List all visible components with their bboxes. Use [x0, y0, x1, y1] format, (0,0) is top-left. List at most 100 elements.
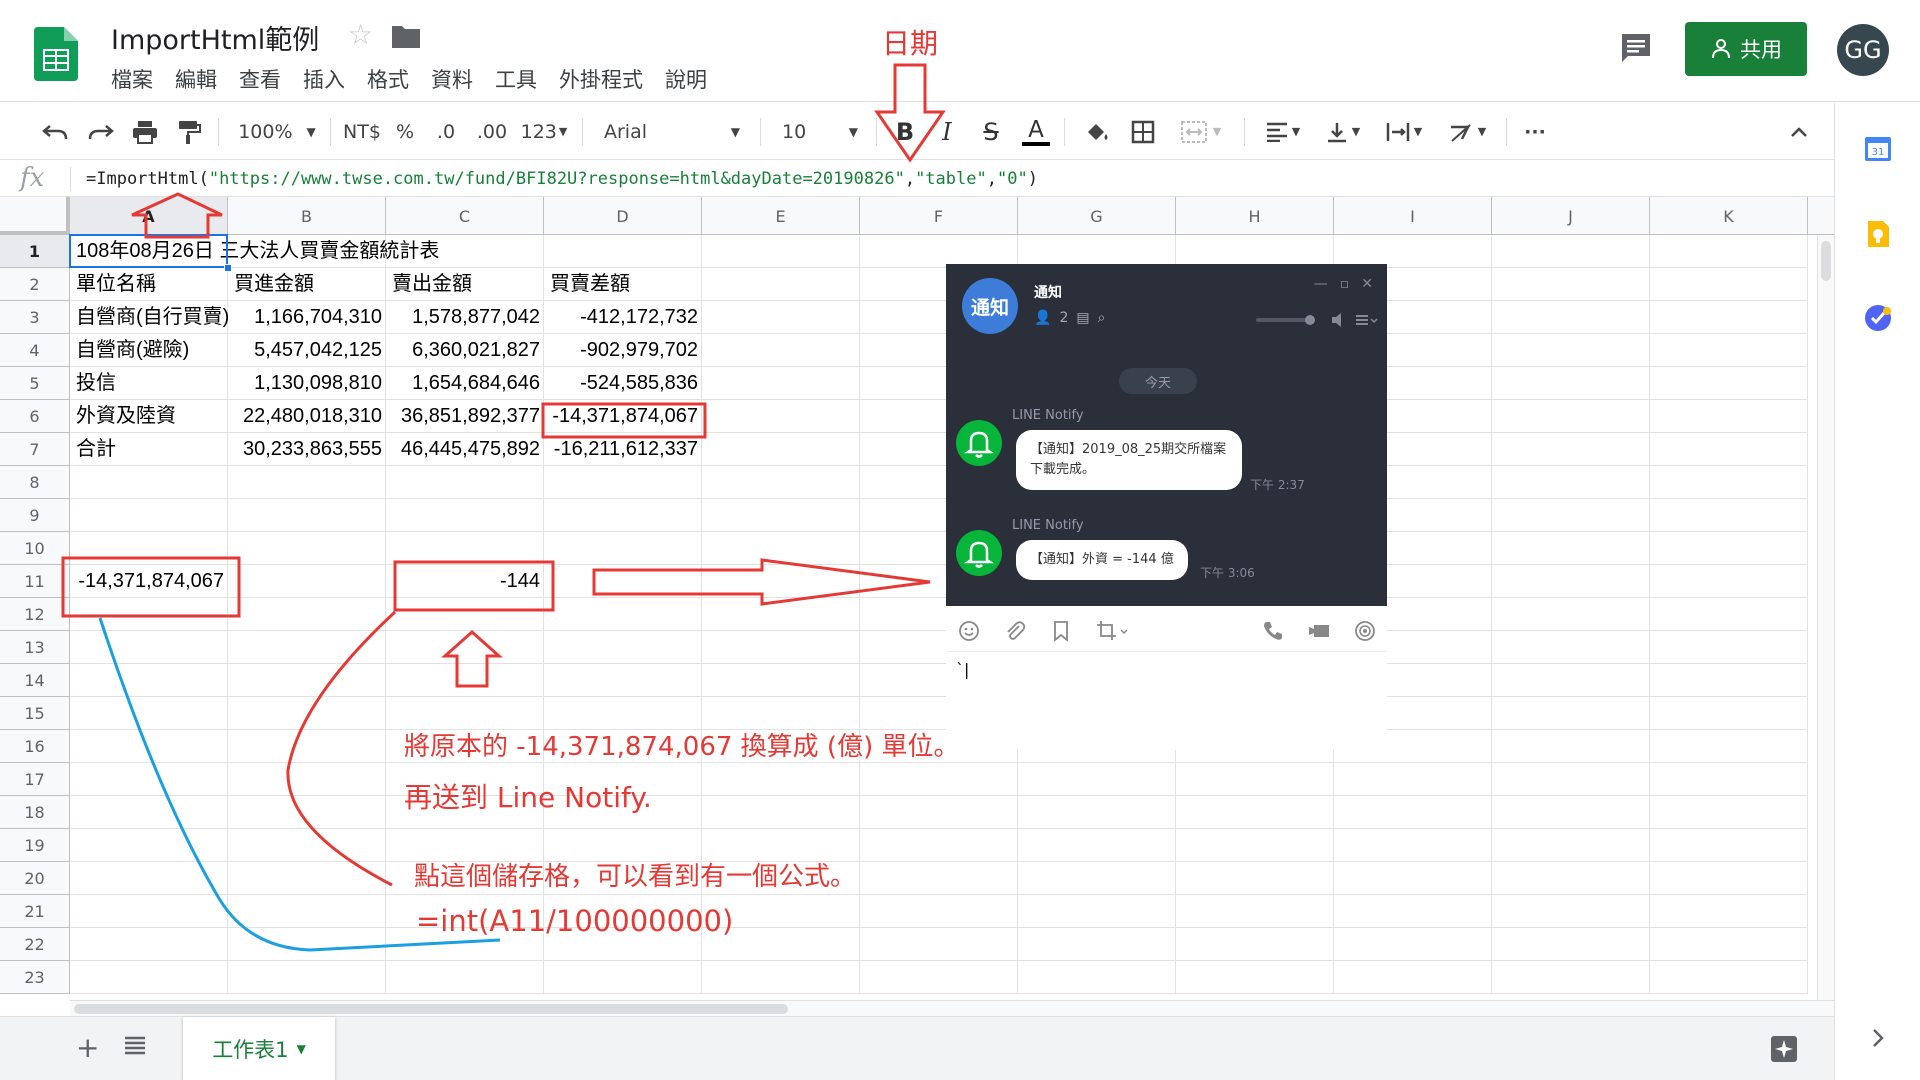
- menu-tools[interactable]: 工具: [495, 64, 537, 94]
- maximize-icon[interactable]: ▫: [1340, 276, 1350, 292]
- print-icon[interactable]: [128, 103, 162, 160]
- menu-addons[interactable]: 外掛程式: [559, 64, 643, 94]
- currency-format-button[interactable]: NT$: [340, 103, 384, 160]
- menu-insert[interactable]: 插入: [303, 64, 345, 94]
- cell-b4[interactable]: 5,457,042,125: [230, 334, 382, 367]
- menu-data[interactable]: 資料: [431, 64, 473, 94]
- cell-c4[interactable]: 6,360,021,827: [388, 334, 540, 367]
- column-header[interactable]: F: [860, 197, 1018, 235]
- row-header[interactable]: 7: [0, 433, 70, 466]
- cell-c3[interactable]: 1,578,877,042: [388, 301, 540, 334]
- message-bubble[interactable]: 【通知】外資 = -144 億: [1016, 540, 1188, 580]
- column-header[interactable]: K: [1650, 197, 1808, 235]
- folder-icon[interactable]: [392, 24, 420, 48]
- bookmark-icon[interactable]: [1050, 620, 1072, 642]
- text-wrap-icon[interactable]: ▼: [1378, 103, 1430, 160]
- column-header[interactable]: G: [1018, 197, 1176, 235]
- comment-icon[interactable]: [1619, 32, 1653, 64]
- redo-icon[interactable]: [84, 103, 118, 160]
- cell-c7[interactable]: 46,445,475,892: [388, 433, 540, 466]
- column-header[interactable]: C: [386, 197, 544, 235]
- cell-c11[interactable]: -144: [388, 565, 540, 598]
- cell-a11[interactable]: -14,371,874,067: [72, 565, 224, 598]
- minimize-icon[interactable]: —: [1314, 276, 1328, 292]
- cell-d4[interactable]: -902,979,702: [546, 334, 698, 367]
- row-header[interactable]: 15: [0, 697, 70, 730]
- share-button[interactable]: 共用: [1685, 22, 1807, 76]
- cell-b7[interactable]: 30,233,863,555: [230, 433, 382, 466]
- calendar-icon[interactable]: 31: [1863, 133, 1893, 163]
- cell-a5[interactable]: 投信: [76, 367, 116, 400]
- vertical-scrollbar[interactable]: [1817, 235, 1834, 1000]
- font-select[interactable]: Arial ▼: [596, 103, 748, 160]
- row-header[interactable]: 2: [0, 268, 70, 301]
- bold-button[interactable]: B: [888, 103, 922, 160]
- column-header[interactable]: J: [1492, 197, 1650, 235]
- decrease-decimal-button[interactable]: .0: [428, 103, 464, 160]
- text-color-button[interactable]: A: [1018, 103, 1054, 160]
- fill-color-icon[interactable]: [1080, 103, 1114, 160]
- cell-b5[interactable]: 1,130,098,810: [230, 367, 382, 400]
- row-header[interactable]: 22: [0, 928, 70, 961]
- row-header[interactable]: 23: [0, 961, 70, 994]
- row-header[interactable]: 6: [0, 400, 70, 433]
- tasks-icon[interactable]: [1863, 303, 1893, 333]
- zoom-select[interactable]: 100% ▼: [232, 103, 322, 160]
- vertical-scroll-thumb[interactable]: [1821, 241, 1831, 281]
- chevron-right-icon[interactable]: [1863, 1023, 1893, 1053]
- sheets-logo-icon[interactable]: [34, 27, 78, 81]
- increase-decimal-button[interactable]: .00: [472, 103, 512, 160]
- select-all-corner[interactable]: [0, 197, 70, 235]
- sheet-tab[interactable]: 工作表1 ▼: [183, 1017, 335, 1080]
- cell-d2[interactable]: 買賣差額: [550, 268, 630, 301]
- column-header[interactable]: D: [544, 197, 702, 235]
- emoji-icon[interactable]: [958, 620, 980, 642]
- column-header[interactable]: A: [70, 197, 228, 235]
- paint-format-icon[interactable]: [172, 103, 206, 160]
- message-bubble[interactable]: 【通知】2019_08_25期交所檔案下載完成。: [1016, 430, 1242, 490]
- active-cell-outline[interactable]: [69, 234, 228, 268]
- row-header[interactable]: 17: [0, 763, 70, 796]
- cell-c6[interactable]: 36,851,892,377: [388, 400, 540, 433]
- menu-view[interactable]: 查看: [239, 64, 281, 94]
- search-icon[interactable]: ⌕: [1098, 310, 1106, 326]
- merge-cells-icon[interactable]: ▼: [1172, 103, 1230, 160]
- menu-help[interactable]: 說明: [665, 64, 707, 94]
- chevron-down-icon[interactable]: ▼: [297, 1042, 306, 1056]
- cell-c5[interactable]: 1,654,684,646: [388, 367, 540, 400]
- cell-a2[interactable]: 單位名稱: [76, 268, 156, 301]
- row-header[interactable]: 9: [0, 499, 70, 532]
- undo-icon[interactable]: [38, 103, 72, 160]
- cell-b2[interactable]: 買進金額: [234, 268, 314, 301]
- formula-bar[interactable]: fx =ImportHtml("https://www.twse.com.tw/…: [0, 161, 1834, 197]
- row-header[interactable]: 19: [0, 829, 70, 862]
- add-sheet-icon[interactable]: +: [76, 1031, 99, 1064]
- row-header[interactable]: 18: [0, 796, 70, 829]
- row-header[interactable]: 4: [0, 334, 70, 367]
- cell-d6[interactable]: -14,371,874,067: [546, 400, 698, 433]
- document-title[interactable]: ImportHtml範例: [111, 18, 319, 57]
- row-header[interactable]: 14: [0, 664, 70, 697]
- formula-input[interactable]: =ImportHtml("https://www.twse.com.tw/fun…: [86, 169, 1038, 189]
- align-left-icon[interactable]: ▼: [1258, 103, 1308, 160]
- column-header[interactable]: B: [228, 197, 386, 235]
- crop-icon[interactable]: [1096, 620, 1130, 642]
- avatar[interactable]: GG: [1837, 24, 1889, 76]
- cell-c2[interactable]: 賣出金額: [392, 268, 472, 301]
- column-header[interactable]: I: [1334, 197, 1492, 235]
- cell-b3[interactable]: 1,166,704,310: [230, 301, 382, 334]
- phone-icon[interactable]: [1262, 620, 1284, 642]
- cell-b6[interactable]: 22,480,018,310: [230, 400, 382, 433]
- horizontal-scroll-thumb[interactable]: [74, 1004, 788, 1014]
- menu-file[interactable]: 檔案: [111, 64, 153, 94]
- column-header[interactable]: H: [1176, 197, 1334, 235]
- attach-icon[interactable]: [1004, 620, 1026, 642]
- note-icon[interactable]: ▤: [1076, 310, 1089, 326]
- row-header[interactable]: 16: [0, 730, 70, 763]
- row-header[interactable]: 13: [0, 631, 70, 664]
- row-header[interactable]: 10: [0, 532, 70, 565]
- cell-a7[interactable]: 合計: [76, 433, 116, 466]
- more-options-icon[interactable]: ···: [1518, 103, 1552, 160]
- column-header[interactable]: E: [702, 197, 860, 235]
- cell-a4[interactable]: 自營商(避險): [76, 334, 189, 367]
